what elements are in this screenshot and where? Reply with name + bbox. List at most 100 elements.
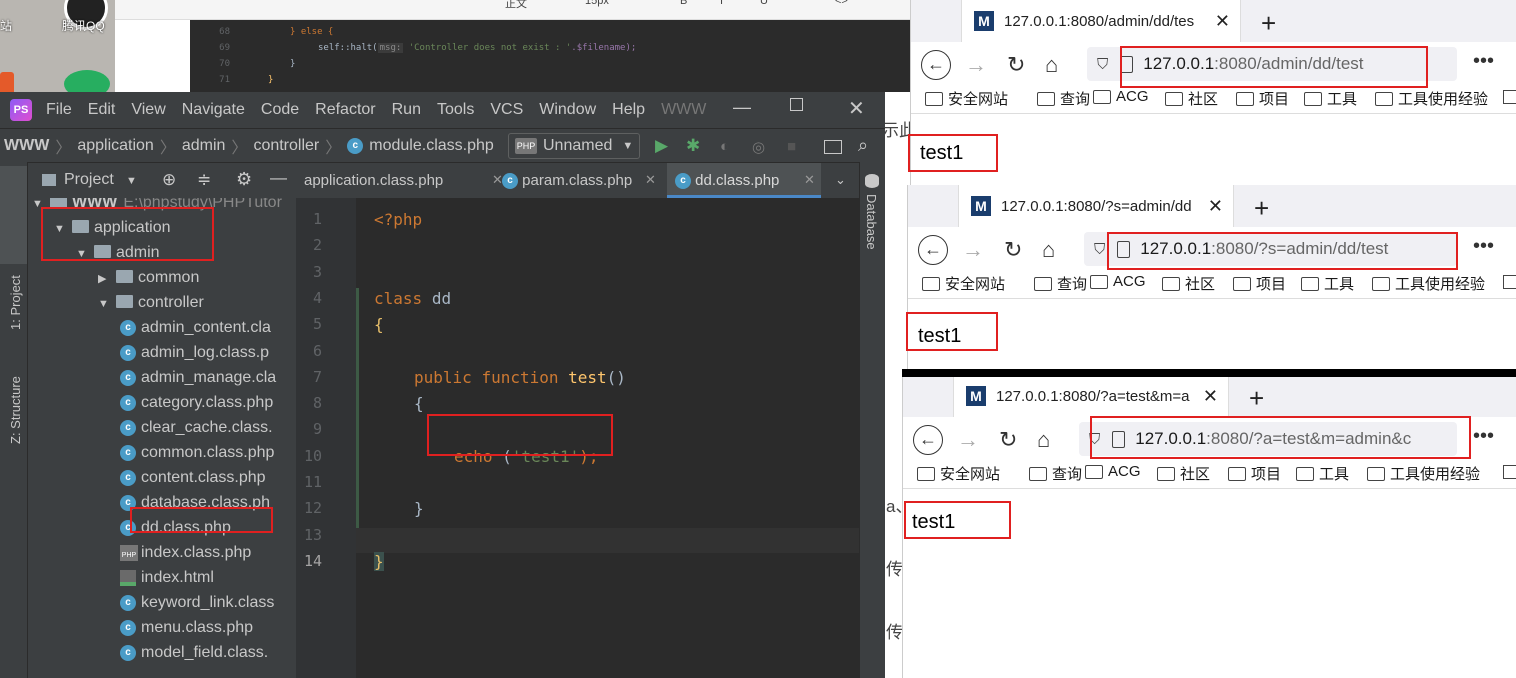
bookmark-folder[interactable]: 查询 bbox=[1037, 88, 1090, 109]
database-icon[interactable] bbox=[865, 174, 879, 188]
tree-item[interactable]: c admin_manage.cla bbox=[120, 365, 276, 390]
toolbar-item[interactable]: B bbox=[680, 0, 687, 7]
bookmark-folder[interactable]: 安全网站 bbox=[922, 273, 1005, 294]
more-bookmarks-icon[interactable] bbox=[1503, 90, 1516, 104]
breadcrumb-www[interactable]: WWW bbox=[4, 137, 49, 155]
tab-dd-active[interactable]: c dd.class.php bbox=[667, 163, 821, 198]
tree-item[interactable]: c admin_content.cla bbox=[120, 315, 271, 340]
tree-item[interactable]: c content.class.php bbox=[120, 465, 266, 490]
more-bookmarks-icon[interactable] bbox=[1503, 465, 1516, 479]
back-icon[interactable]: ← bbox=[913, 425, 943, 455]
collapse-icon[interactable]: ≑ bbox=[197, 170, 211, 190]
reload-icon[interactable]: ↻ bbox=[1007, 52, 1025, 78]
more-icon[interactable]: ••• bbox=[1473, 235, 1494, 258]
desktop-app-icon[interactable] bbox=[0, 72, 14, 92]
profile-icon[interactable]: ◎ bbox=[752, 138, 765, 156]
forward-icon[interactable]: → bbox=[962, 237, 984, 263]
tree-item[interactable]: c menu.class.php bbox=[120, 615, 253, 640]
bookmark-folder[interactable]: 工具使用经验 bbox=[1372, 273, 1485, 294]
gear-icon[interactable]: ⚙ bbox=[236, 169, 252, 190]
browser-tab[interactable]: M 127.0.0.1:8080/admin/dd/tes ✕ bbox=[961, 0, 1241, 42]
back-icon[interactable]: ← bbox=[918, 235, 948, 265]
bookmark-folder[interactable]: 工具使用经验 bbox=[1367, 463, 1480, 484]
bookmark-folder[interactable]: 社区 bbox=[1157, 463, 1210, 484]
toolbar-item[interactable]: 正文 bbox=[505, 0, 527, 11]
menu-edit[interactable]: Edit bbox=[88, 101, 116, 119]
menu-refactor[interactable]: Refactor bbox=[315, 101, 375, 119]
tree-item[interactable]: c admin_log.class.p bbox=[120, 340, 269, 365]
bookmark-folder[interactable]: 社区 bbox=[1165, 88, 1218, 109]
bookmark-folder[interactable]: ACG bbox=[1085, 463, 1141, 480]
stop-icon[interactable]: ■ bbox=[787, 138, 796, 155]
bookmark-folder[interactable]: ACG bbox=[1093, 88, 1149, 105]
tree-item[interactable]: ▼ controller bbox=[98, 290, 204, 315]
bookmark-folder[interactable]: 查询 bbox=[1029, 463, 1082, 484]
maximize-icon[interactable] bbox=[790, 98, 803, 111]
tree-item[interactable]: c category.class.php bbox=[120, 390, 273, 415]
close-icon[interactable]: ✕ bbox=[1203, 386, 1218, 407]
tree-item[interactable]: c common.class.php bbox=[120, 440, 274, 465]
toolbar-item[interactable]: 15px bbox=[585, 0, 609, 7]
menu-code[interactable]: Code bbox=[261, 101, 299, 119]
tab-param[interactable]: c param.class.php bbox=[494, 163, 664, 198]
menu-help[interactable]: Help bbox=[612, 101, 645, 119]
layout-icon[interactable] bbox=[824, 140, 842, 154]
home-icon[interactable]: ⌂ bbox=[1042, 237, 1055, 263]
bookmark-folder[interactable]: 工具使用经验 bbox=[1375, 88, 1488, 109]
new-tab-icon[interactable]: + bbox=[1249, 383, 1264, 414]
home-icon[interactable]: ⌂ bbox=[1045, 52, 1058, 78]
bookmark-folder[interactable]: 安全网站 bbox=[925, 88, 1008, 109]
debug-icon[interactable]: ✱ bbox=[686, 136, 700, 156]
desktop-app-icon-2[interactable] bbox=[64, 70, 110, 92]
bookmark-folder[interactable]: 查询 bbox=[1034, 273, 1087, 294]
search-icon[interactable]: ⌕ bbox=[858, 135, 868, 156]
tree-item[interactable]: ▶ common bbox=[98, 265, 199, 290]
forward-icon[interactable]: → bbox=[957, 427, 979, 453]
shield-icon[interactable]: ⛉ bbox=[1097, 56, 1108, 73]
more-bookmarks-icon[interactable] bbox=[1503, 275, 1516, 289]
browser-tab[interactable]: M 127.0.0.1:8080/?s=admin/dd ✕ bbox=[958, 185, 1234, 227]
more-icon[interactable]: ••• bbox=[1473, 425, 1494, 448]
run-config-dropdown[interactable]: PHP Unnamed ▼ bbox=[508, 133, 640, 159]
close-icon[interactable]: ✕ bbox=[1208, 196, 1223, 217]
menu-file[interactable]: File bbox=[46, 101, 72, 119]
minimize-icon[interactable]: — bbox=[733, 97, 751, 118]
bookmark-folder[interactable]: ACG bbox=[1090, 273, 1146, 290]
breadcrumb-controller[interactable]: controller bbox=[253, 137, 319, 155]
reload-icon[interactable]: ↻ bbox=[999, 427, 1017, 453]
run-icon[interactable]: ▶ bbox=[655, 136, 668, 156]
database-tool-label[interactable]: Database bbox=[864, 194, 879, 250]
bookmark-folder[interactable]: 工具 bbox=[1301, 273, 1354, 294]
shield-icon[interactable]: ⛉ bbox=[1094, 241, 1105, 258]
breadcrumb-admin[interactable]: admin bbox=[182, 137, 226, 155]
breadcrumb-file[interactable]: module.class.php bbox=[369, 137, 494, 155]
chevron-down-icon[interactable]: ▼ bbox=[98, 292, 116, 317]
desktop-label-qq[interactable]: 腾讯QQ bbox=[62, 17, 105, 34]
tree-item[interactable]: c model_field.class. bbox=[120, 640, 268, 665]
bookmark-folder[interactable]: 项目 bbox=[1233, 273, 1286, 294]
new-tab-icon[interactable]: + bbox=[1254, 193, 1269, 224]
chevron-right-icon[interactable]: ▶ bbox=[98, 267, 116, 292]
close-icon[interactable]: ✕ bbox=[1215, 11, 1230, 32]
breadcrumb-application[interactable]: application bbox=[77, 137, 154, 155]
tree-item[interactable]: c keyword_link.class bbox=[120, 590, 274, 615]
tree-item[interactable]: PHP index.class.php bbox=[120, 540, 251, 565]
bookmark-folder[interactable]: 工具 bbox=[1304, 88, 1357, 109]
close-icon[interactable]: ✕ bbox=[848, 96, 865, 121]
menu-vcs[interactable]: VCS bbox=[490, 101, 523, 119]
menu-run[interactable]: Run bbox=[392, 101, 421, 119]
toolbar-item[interactable]: U bbox=[760, 0, 768, 7]
new-tab-icon[interactable]: + bbox=[1261, 8, 1276, 39]
bookmark-folder[interactable]: 社区 bbox=[1162, 273, 1215, 294]
tree-item[interactable]: c clear_cache.class. bbox=[120, 415, 273, 440]
browser-tab[interactable]: M 127.0.0.1:8080/?a=test&m=a ✕ bbox=[953, 375, 1229, 417]
menu-tools[interactable]: Tools bbox=[437, 101, 474, 119]
code-editor[interactable]: 1 2 3 4 5 6 7 8 9 10 11 12 13 14 <?php class dd { pub… bbox=[296, 198, 859, 678]
back-icon[interactable]: ← bbox=[921, 50, 951, 80]
hide-icon[interactable]: — bbox=[270, 168, 287, 188]
close-icon[interactable]: ✕ bbox=[645, 172, 656, 188]
project-panel-label[interactable]: Project bbox=[64, 171, 114, 189]
tab-application[interactable]: application.class.php bbox=[296, 163, 484, 198]
target-icon[interactable]: ⊕ bbox=[162, 170, 176, 190]
chevron-down-icon[interactable]: ⌄ bbox=[835, 172, 846, 188]
